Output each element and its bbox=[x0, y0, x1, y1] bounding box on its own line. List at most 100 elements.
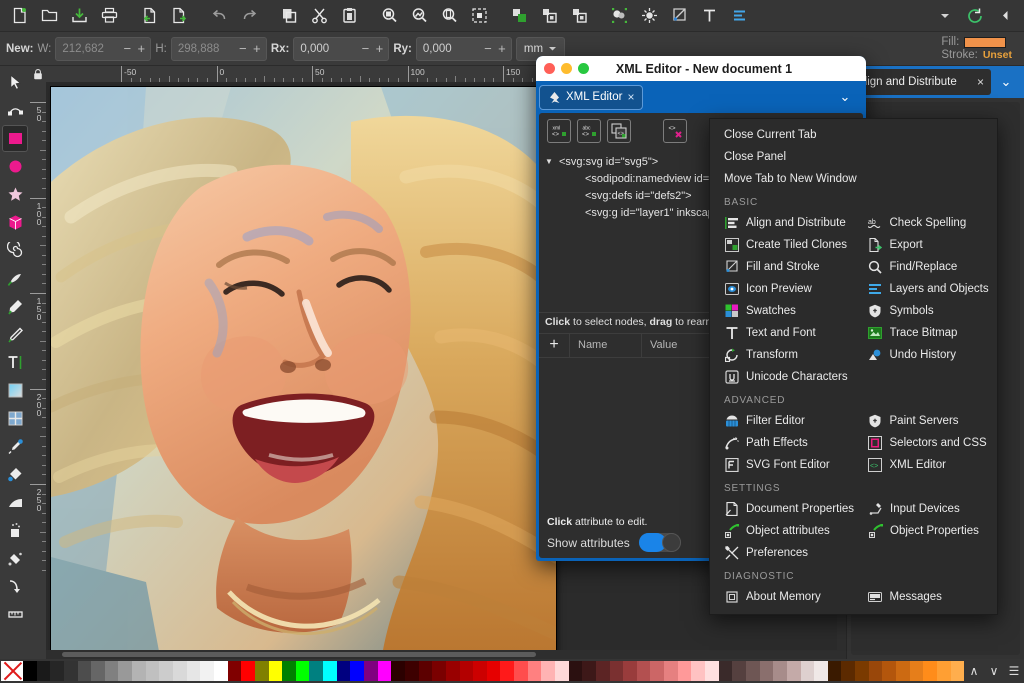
palette-swatch[interactable] bbox=[132, 661, 146, 681]
palette-swatch[interactable] bbox=[77, 661, 92, 681]
tool-3dbox[interactable] bbox=[2, 209, 28, 236]
tool-pen[interactable] bbox=[2, 293, 28, 320]
export-file-button[interactable] bbox=[164, 2, 194, 30]
menu-about-memory[interactable]: About Memory bbox=[710, 586, 854, 608]
palette-swatch[interactable] bbox=[432, 661, 446, 681]
menu-object-properties[interactable]: Object Properties bbox=[854, 520, 997, 542]
zoom-page-button[interactable] bbox=[434, 2, 464, 30]
palette-swatch[interactable] bbox=[323, 661, 337, 681]
palette-swatch[interactable] bbox=[145, 661, 160, 681]
delete-node-button[interactable]: <> bbox=[663, 119, 687, 143]
palette-swatch[interactable] bbox=[882, 661, 896, 681]
palette-swatch[interactable] bbox=[295, 661, 310, 681]
window-zoom-button[interactable] bbox=[578, 63, 589, 74]
zoom-selection-button[interactable] bbox=[374, 2, 404, 30]
palette-swatch[interactable] bbox=[950, 661, 964, 681]
tool-calligraphy[interactable] bbox=[2, 321, 28, 348]
menu-export[interactable]: Export bbox=[854, 234, 998, 256]
menu-document-properties[interactable]: Document Properties bbox=[710, 498, 854, 520]
palette-swatch[interactable] bbox=[677, 661, 692, 681]
height-plus[interactable]: + bbox=[250, 41, 264, 56]
dock-tab-close-icon[interactable]: × bbox=[977, 75, 984, 89]
palette-swatch[interactable] bbox=[23, 661, 37, 681]
copy-button[interactable] bbox=[274, 2, 304, 30]
palette-swatch[interactable] bbox=[568, 661, 583, 681]
menu-text-and-font[interactable]: Text and Font bbox=[710, 322, 854, 344]
palette-swatch[interactable] bbox=[473, 661, 487, 681]
redo-button[interactable] bbox=[234, 2, 264, 30]
palette-swatch[interactable] bbox=[213, 661, 228, 681]
palette-swatch[interactable] bbox=[377, 661, 392, 681]
palette-scroll-down-icon[interactable]: ∨ bbox=[984, 664, 1004, 678]
menu-xml-editor[interactable]: <> XML Editor bbox=[854, 454, 998, 476]
new-element-node-button[interactable]: xml <> bbox=[547, 119, 571, 143]
tool-dropper[interactable] bbox=[2, 433, 28, 460]
menu-layers-and-objects[interactable]: Layers and Objects bbox=[854, 278, 998, 300]
width-minus[interactable]: − bbox=[120, 41, 134, 56]
palette-swatch[interactable] bbox=[732, 661, 746, 681]
tool-text[interactable] bbox=[2, 349, 28, 376]
palette-swatch[interactable] bbox=[241, 661, 255, 681]
open-paths-button[interactable] bbox=[634, 2, 664, 30]
expand-triangle-icon[interactable]: ▼ bbox=[545, 157, 555, 166]
palette-swatch[interactable] bbox=[595, 661, 610, 681]
palette-swatch[interactable] bbox=[636, 661, 651, 681]
tab-xml-editor-close-icon[interactable]: × bbox=[627, 90, 634, 104]
palette-swatch[interactable] bbox=[623, 661, 637, 681]
rx-minus[interactable]: − bbox=[358, 41, 372, 56]
palette-swatch[interactable] bbox=[118, 661, 133, 681]
dock-tab-align-and-distribute[interactable]: Align and Distribute × bbox=[850, 69, 991, 95]
menu-input-devices[interactable]: Input Devices bbox=[854, 498, 997, 520]
add-attribute-button[interactable]: + bbox=[539, 336, 569, 354]
tool-node[interactable] bbox=[2, 97, 28, 124]
menu-object-attributes[interactable]: Object attributes bbox=[710, 520, 854, 542]
palette-swatch[interactable] bbox=[650, 661, 665, 681]
menu-check-spelling[interactable]: ab Check Spelling bbox=[854, 212, 998, 234]
menu-selectors-and-css[interactable]: Selectors and CSS bbox=[854, 432, 998, 454]
palette-swatch[interactable] bbox=[609, 661, 624, 681]
palette-swatch[interactable] bbox=[36, 661, 51, 681]
window-close-button[interactable] bbox=[544, 63, 555, 74]
palette-swatch[interactable] bbox=[718, 661, 733, 681]
palette-swatch[interactable] bbox=[418, 661, 433, 681]
height-minus[interactable]: − bbox=[236, 41, 250, 56]
rx-field[interactable]: 0,000 − + bbox=[293, 36, 390, 61]
width-plus[interactable]: + bbox=[134, 41, 148, 56]
palette-swatch[interactable] bbox=[909, 661, 924, 681]
palette-swatch[interactable] bbox=[445, 661, 460, 681]
ry-minus[interactable]: − bbox=[481, 41, 495, 56]
overflow-menu-button[interactable] bbox=[930, 2, 960, 30]
tool-star[interactable] bbox=[2, 181, 28, 208]
menu-close-current-tab[interactable]: Close Current Tab bbox=[710, 124, 997, 146]
open-document-button[interactable] bbox=[34, 2, 64, 30]
vertical-ruler[interactable]: 50 100 150 200 250 bbox=[30, 82, 46, 659]
open-layers-button[interactable] bbox=[724, 2, 754, 30]
menu-svg-font-editor[interactable]: SVG Font Editor bbox=[710, 454, 854, 476]
palette-swatch[interactable] bbox=[500, 661, 515, 681]
palette-swatch[interactable] bbox=[459, 661, 474, 681]
palette-swatch[interactable] bbox=[800, 661, 815, 681]
palette-swatch[interactable] bbox=[91, 661, 105, 681]
document-page[interactable] bbox=[51, 87, 556, 659]
save-document-button[interactable] bbox=[64, 2, 94, 30]
tool-gradient[interactable] bbox=[2, 377, 28, 404]
palette-scroll-up-icon[interactable]: ∧ bbox=[964, 664, 984, 678]
menu-create-tiled-clones[interactable]: Create Tiled Clones bbox=[710, 234, 854, 256]
tool-connector[interactable] bbox=[2, 573, 28, 600]
rx-plus[interactable]: + bbox=[372, 41, 386, 56]
palette-swatch[interactable] bbox=[336, 661, 351, 681]
palette-menu-icon[interactable]: ☰ bbox=[1004, 664, 1024, 678]
tool-spray[interactable] bbox=[2, 517, 28, 544]
palette-swatch[interactable] bbox=[514, 661, 528, 681]
palette-swatch[interactable] bbox=[350, 661, 365, 681]
panel-dropdown-menu[interactable]: Close Current Tab Close Panel Move Tab to … bbox=[709, 118, 998, 615]
palette-swatch[interactable] bbox=[855, 661, 869, 681]
tool-measure[interactable] bbox=[2, 601, 28, 628]
menu-align-and-distribute[interactable]: Align and Distribute bbox=[710, 212, 854, 234]
open-text-font-button[interactable] bbox=[694, 2, 724, 30]
palette-swatch[interactable] bbox=[486, 661, 501, 681]
window-minimize-button[interactable] bbox=[561, 63, 572, 74]
menu-filter-editor[interactable]: Filter Editor bbox=[710, 410, 854, 432]
palette-swatch[interactable] bbox=[282, 661, 296, 681]
height-field[interactable]: 298,888 − + bbox=[170, 36, 267, 61]
